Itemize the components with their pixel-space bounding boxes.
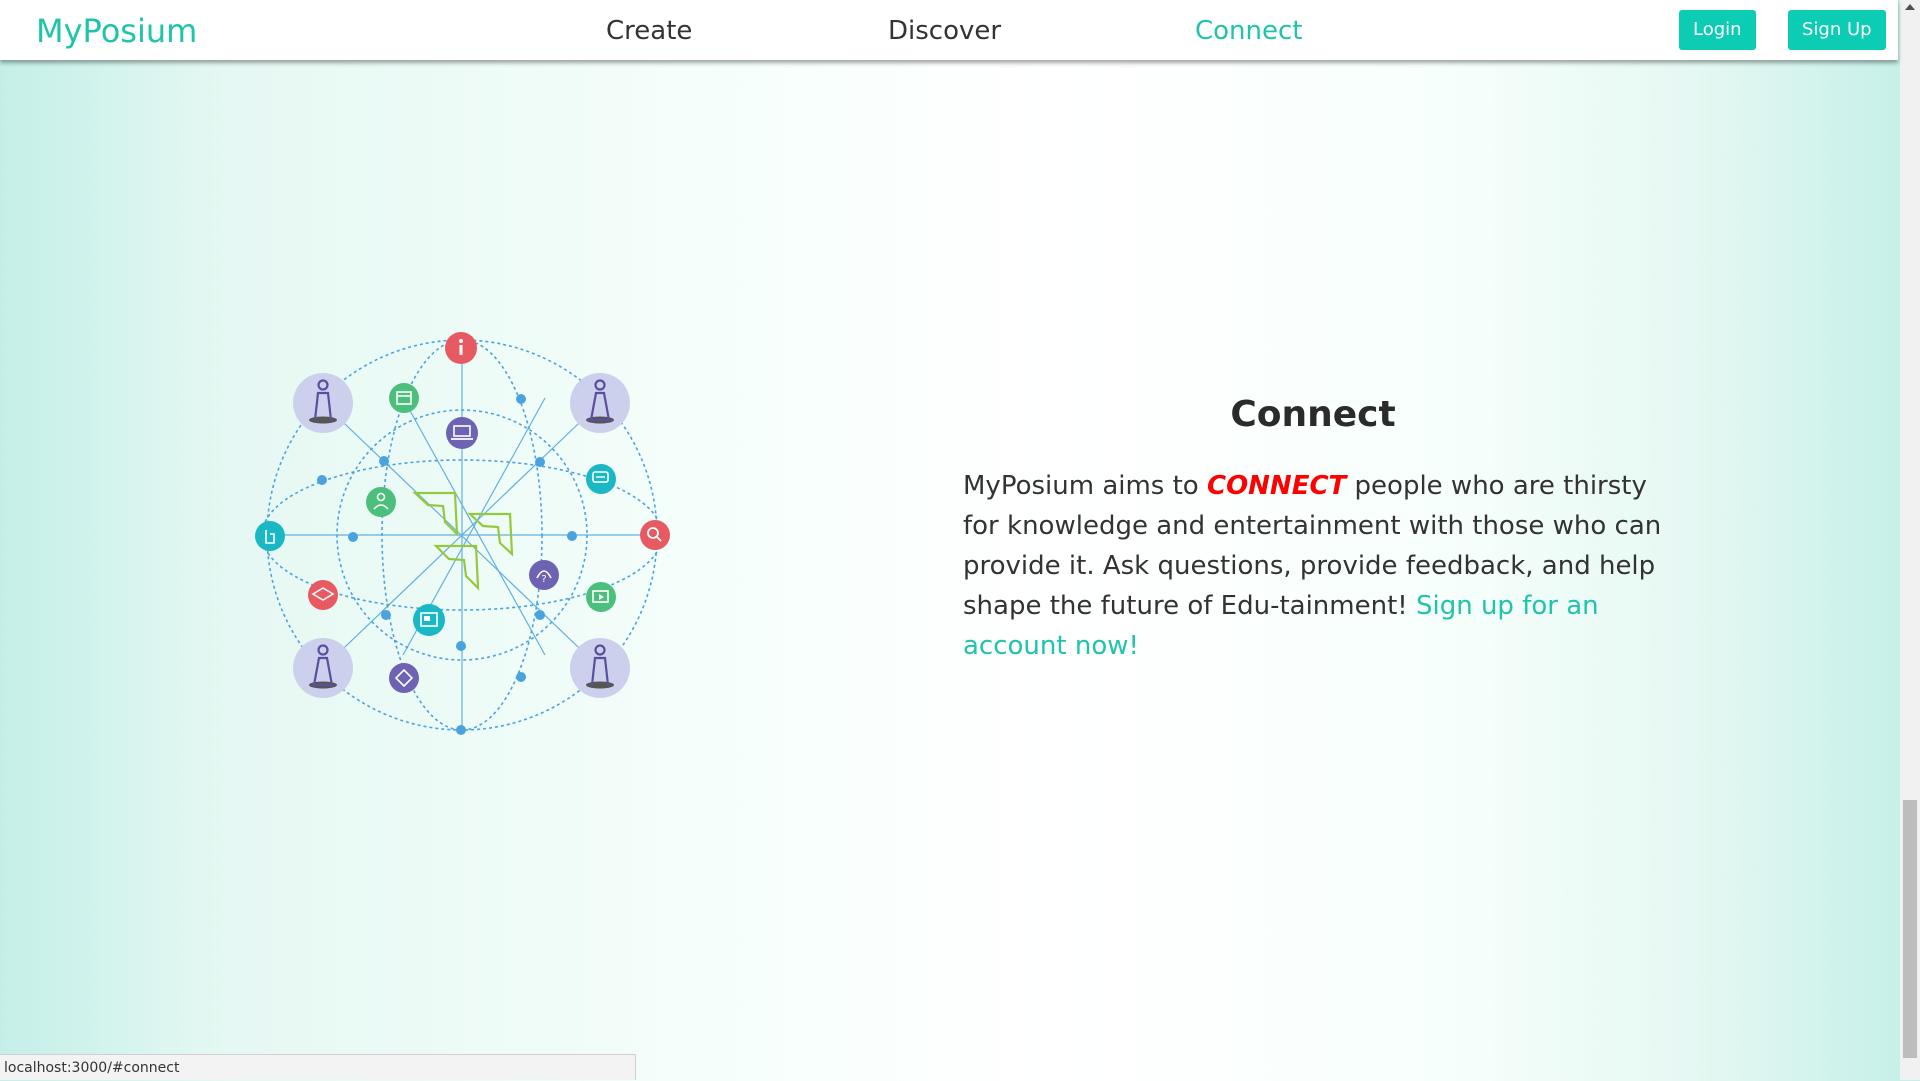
login-button[interactable]: Login [1679, 10, 1756, 50]
person-icon [570, 638, 630, 698]
video-icon [586, 582, 616, 612]
person-icon [293, 638, 353, 698]
news-icon [413, 604, 445, 636]
body-text-intro: MyPosium aims to [963, 471, 1207, 501]
laptop-icon [446, 417, 478, 449]
connect-network-illustration: ? [250, 330, 680, 740]
teacher-icon [366, 487, 396, 517]
body-text-emphasis: CONNECT [1206, 471, 1347, 501]
nav-link-create[interactable]: Create [606, 0, 692, 60]
signup-button[interactable]: Sign Up [1788, 10, 1886, 50]
person-icon [293, 373, 353, 433]
chat-icon [586, 464, 616, 494]
graduation-cap-icon [308, 580, 338, 610]
scrollbar-thumb[interactable] [1903, 800, 1917, 1058]
section-description: MyPosium aims to CONNECT people who are … [963, 466, 1683, 666]
headset-icon: ? [529, 560, 559, 590]
search-icon [640, 520, 670, 550]
nav-link-connect[interactable]: Connect [1195, 0, 1303, 60]
svg-text:?: ? [541, 574, 546, 585]
scroll-up-arrow-icon[interactable] [1905, 4, 1915, 10]
browser-status-bar: localhost:3000/#connect [0, 1054, 636, 1080]
person-icon [570, 373, 630, 433]
touch-icon [255, 521, 285, 551]
top-navbar: MyPosium Create Discover Connect Login S… [0, 0, 1898, 60]
brand-logo-link[interactable]: MyPosium [36, 0, 197, 60]
info-icon [445, 332, 477, 364]
section-title: Connect [1230, 394, 1396, 435]
calendar-icon [389, 383, 419, 413]
page-scrollbar[interactable] [1900, 0, 1920, 1080]
diploma-icon [389, 663, 419, 693]
nav-link-discover[interactable]: Discover [888, 0, 1001, 60]
